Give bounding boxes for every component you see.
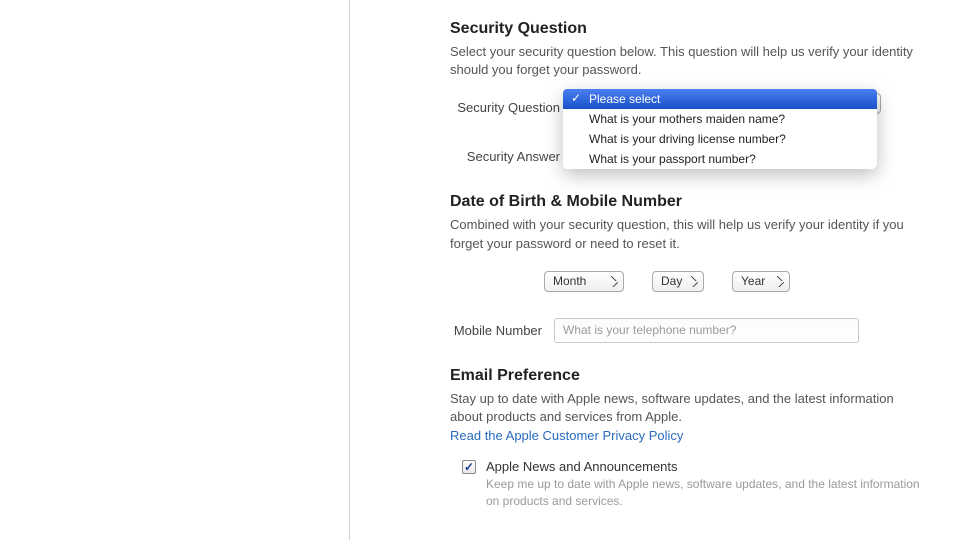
dob-title: Date of Birth & Mobile Number [450,193,924,211]
mobile-number-input[interactable] [554,318,859,343]
dropdown-option-maiden-name[interactable]: What is your mothers maiden name? [563,109,877,129]
sidebar [0,0,350,540]
year-select[interactable]: Year [732,271,790,292]
security-question-dropdown: Please select What is your mothers maide… [563,89,877,169]
dob-desc: Combined with your security question, th… [450,216,924,252]
year-label: Year [741,274,765,288]
security-question-label: Security Question [450,100,560,115]
email-pref-desc: Stay up to date with Apple news, softwar… [450,390,924,426]
mobile-number-label: Mobile Number [418,323,542,338]
email-pref-section: Email Preference Stay up to date with Ap… [450,367,924,510]
security-title: Security Question [450,20,924,38]
dob-section: Date of Birth & Mobile Number Combined w… [450,193,924,342]
security-answer-label: Security Answer [450,149,560,164]
news-checkbox[interactable] [462,460,476,474]
news-checkbox-sub: Keep me up to date with Apple news, soft… [486,476,924,510]
month-select[interactable]: Month [544,271,624,292]
dropdown-option-please-select[interactable]: Please select [563,89,877,109]
dropdown-option-license[interactable]: What is your driving license number? [563,129,877,149]
news-checkbox-title: Apple News and Announcements [486,459,924,474]
day-select[interactable]: Day [652,271,704,292]
privacy-policy-link[interactable]: Read the Apple Customer Privacy Policy [450,428,683,443]
month-label: Month [553,274,586,288]
email-pref-title: Email Preference [450,367,924,385]
dropdown-option-passport[interactable]: What is your passport number? [563,149,877,169]
day-label: Day [661,274,682,288]
main-content: Security Question Select your security q… [350,0,960,540]
security-desc: Select your security question below. Thi… [450,43,924,79]
